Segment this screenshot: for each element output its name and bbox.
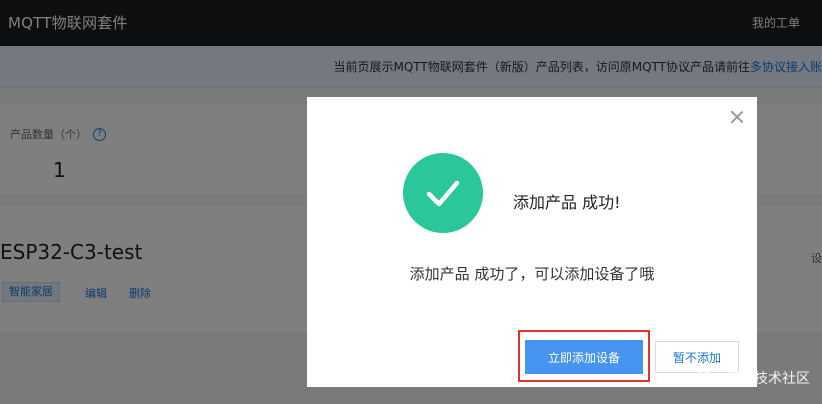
success-dialog: 添加产品 成功! 添加产品 成功了，可以添加设备了哦 立即添加设备 暂不添加 — [307, 97, 757, 387]
success-check-icon — [403, 153, 483, 233]
watermark: @稀土掘金技术社区 — [684, 371, 810, 387]
add-device-now-button[interactable]: 立即添加设备 — [525, 340, 643, 374]
close-icon[interactable] — [729, 109, 745, 125]
check-mark-icon — [426, 180, 460, 207]
dialog-heading: 添加产品 成功! — [513, 193, 621, 212]
dialog-message: 添加产品 成功了，可以添加设备了哦 — [409, 265, 655, 283]
